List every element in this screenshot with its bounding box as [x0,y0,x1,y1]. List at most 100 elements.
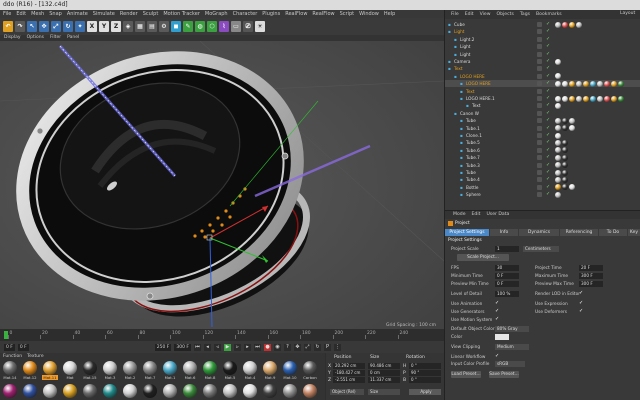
material-tag-icon[interactable] [562,80,568,87]
size-y-field[interactable]: 0 cm [368,370,400,376]
scale-icon[interactable]: ⤢ [51,21,61,32]
rotation-key-icon[interactable]: ↻ [314,343,321,351]
visibility-toggle[interactable] [537,66,542,72]
position-z-field[interactable]: -2.551 cm [333,377,365,383]
material-tag-icon[interactable] [569,21,575,28]
menu-item[interactable]: Simulate [93,10,115,18]
material-tag-icon[interactable] [576,80,582,87]
object-row[interactable]: ▪ Light ✓ [445,43,640,50]
rotate-icon[interactable]: ↻ [63,21,73,32]
material-tag-icon[interactable] [576,95,582,102]
object-name[interactable]: Light.2 [460,36,474,43]
rotation-b-field[interactable]: 0 ° [409,377,441,383]
object-name[interactable]: Light [460,43,470,50]
material-tag-icon[interactable] [562,147,568,154]
visibility-toggle[interactable] [537,147,542,153]
material-menu-item[interactable]: Texture [27,353,43,360]
object-name[interactable]: Tube [466,117,476,124]
enable-checkmark-icon[interactable]: ✓ [546,59,551,64]
material-tag-icon[interactable] [562,125,568,132]
object-row[interactable]: ▪ Tube.1 ✓ [445,125,640,132]
object-name[interactable]: LOGO HERE.1 [466,95,495,102]
visibility-toggle[interactable] [537,96,542,101]
material-swatch[interactable] [222,384,238,398]
3d-viewport[interactable]: Grid Spacing : 100 cm [0,41,444,329]
spline-icon[interactable]: ✎ [183,21,193,32]
object-row[interactable]: ▪ Cube ✓ [445,21,640,28]
object-row[interactable]: ▪ Light ✓ [445,28,640,35]
object-name[interactable]: Clone.1 [466,132,482,139]
material-swatch[interactable]: Mat.10 [282,361,298,380]
enable-checkmark-icon[interactable]: ✓ [546,147,551,153]
object-row[interactable]: ▪ LOGO HERE.1 ✓ [445,95,640,102]
use-motion-checkbox[interactable]: ✓ [495,317,500,322]
material-swatch[interactable]: Mat.2 [122,361,138,380]
enable-checkmark-icon[interactable]: ✓ [546,44,551,49]
use-animation-checkbox[interactable]: ✓ [495,301,500,306]
menu-item[interactable]: Motion Tracker [163,10,200,18]
menu-item[interactable]: Render [120,10,138,18]
attr-menu-item[interactable]: Edit [472,211,481,219]
material-tag-icon[interactable] [555,125,561,132]
material-swatch[interactable]: Mat.11 [42,361,58,380]
material-swatch[interactable]: Mat.15 [82,361,98,380]
visibility-toggle[interactable] [537,44,542,50]
material-tag-icon[interactable] [569,95,575,102]
coordinate-system-icon[interactable]: ◈ [123,21,133,32]
material-swatch[interactable] [102,384,118,398]
object-row[interactable]: ▪ LOGO HERE ✓ [445,73,640,80]
visibility-toggle[interactable] [537,22,542,27]
material-tag-icon[interactable] [562,139,568,146]
min-time-field[interactable]: 0 F [495,273,519,279]
undo-icon[interactable]: ↶ [3,21,13,32]
object-row[interactable]: ▪ Tube ✓ [445,169,640,176]
object-row[interactable]: ▪ Tube.3 ✓ [445,162,640,169]
object-name[interactable]: Tube.5 [466,139,480,146]
object-name[interactable]: Tube.4 [466,176,480,183]
tab-info[interactable]: Info [490,229,518,236]
object-row[interactable]: ▪ Bottle ✓ [445,184,640,191]
save-preset-button[interactable]: Save Preset... [489,371,519,378]
current-frame-field[interactable]: 0 F [17,343,29,351]
material-swatch[interactable]: Carbon [302,361,318,380]
object-name[interactable]: Text [472,102,480,109]
scale-key-icon[interactable]: ⤢ [304,343,311,351]
enable-checkmark-icon[interactable]: ✓ [546,73,551,79]
apply-button[interactable]: Apply [409,389,441,395]
visibility-toggle[interactable] [537,73,542,79]
keyframe-selection-icon[interactable]: ? [284,343,291,351]
load-preset-button[interactable]: Load Preset... [451,371,481,378]
size-mode-dropdown[interactable]: Size [368,389,400,395]
object-name[interactable]: LOGO HERE [460,73,485,80]
material-tag-icon[interactable] [555,147,561,154]
material-swatch[interactable]: Mat.4 [242,361,258,380]
material-tag-icon[interactable] [562,162,568,169]
menu-item[interactable]: RealFlow [312,10,334,18]
layout-label[interactable]: Layout [620,11,635,16]
enable-checkmark-icon[interactable]: ✓ [546,125,551,131]
material-swatch[interactable] [22,384,38,398]
object-row[interactable]: ▪ Text ✓ [445,88,640,95]
material-tag-icon[interactable] [562,169,568,176]
material-tag-icon[interactable] [569,80,575,87]
timeline-ruler[interactable]: 0 20 40 60 80 100 120 140 160 180 200 220 240 [0,329,444,341]
tab-referencing[interactable]: Referencing [560,229,598,236]
object-row[interactable]: ▪ Light.2 ✓ [445,36,640,43]
render-picture-viewer-icon[interactable]: ▤ [147,21,157,32]
object-row[interactable]: ▪ Tube ✓ [445,117,640,124]
render-lod-checkbox[interactable]: ✓ [579,291,584,296]
enable-checkmark-icon[interactable]: ✓ [546,155,551,160]
visibility-toggle[interactable] [537,88,542,94]
objects-menu-item[interactable]: Edit [465,10,474,19]
material-swatch[interactable] [2,384,18,398]
floor-icon[interactable]: ▭ [231,21,241,32]
material-tag-icon[interactable] [618,80,624,87]
material-swatch[interactable]: Mat [62,361,78,380]
recent-tool-icon[interactable]: ✦ [75,21,85,32]
material-swatch[interactable] [42,384,58,398]
material-tag-icon[interactable] [583,80,589,87]
use-generators-checkbox[interactable]: ✓ [495,309,500,314]
enable-checkmark-icon[interactable]: ✓ [546,103,551,108]
lod-field[interactable]: 100 % [495,291,519,297]
material-tag-icon[interactable] [555,95,561,102]
